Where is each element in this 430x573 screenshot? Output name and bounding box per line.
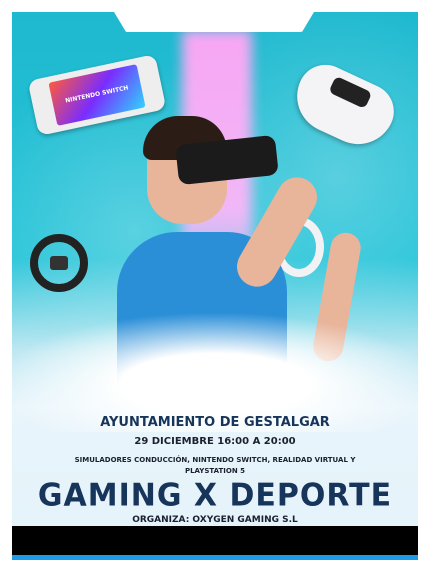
event-poster: NINTENDO SWITCH AYUNTAMIENTO DE GESTALGA… bbox=[12, 12, 418, 560]
organized-by: ORGANIZA: OXYGEN GAMING S.L bbox=[132, 515, 298, 525]
event-date-time: 29 DICIEMBRE 16:00 A 20:00 bbox=[134, 436, 296, 447]
top-notch bbox=[114, 12, 314, 32]
footer-band bbox=[12, 526, 418, 555]
organizer-heading: AYUNTAMIENTO DE GESTALGAR bbox=[100, 415, 330, 430]
steering-wheel-image bbox=[30, 234, 88, 292]
switch-logo: NINTENDO SWITCH bbox=[64, 84, 130, 105]
footer-accent-strip bbox=[12, 555, 418, 560]
cloud-background bbox=[12, 312, 418, 432]
activities-list: SIMULADORES CONDUCCIÓN, NINTENDO SWITCH,… bbox=[74, 456, 356, 475]
event-title: GAMING X DEPORTE bbox=[37, 477, 393, 514]
